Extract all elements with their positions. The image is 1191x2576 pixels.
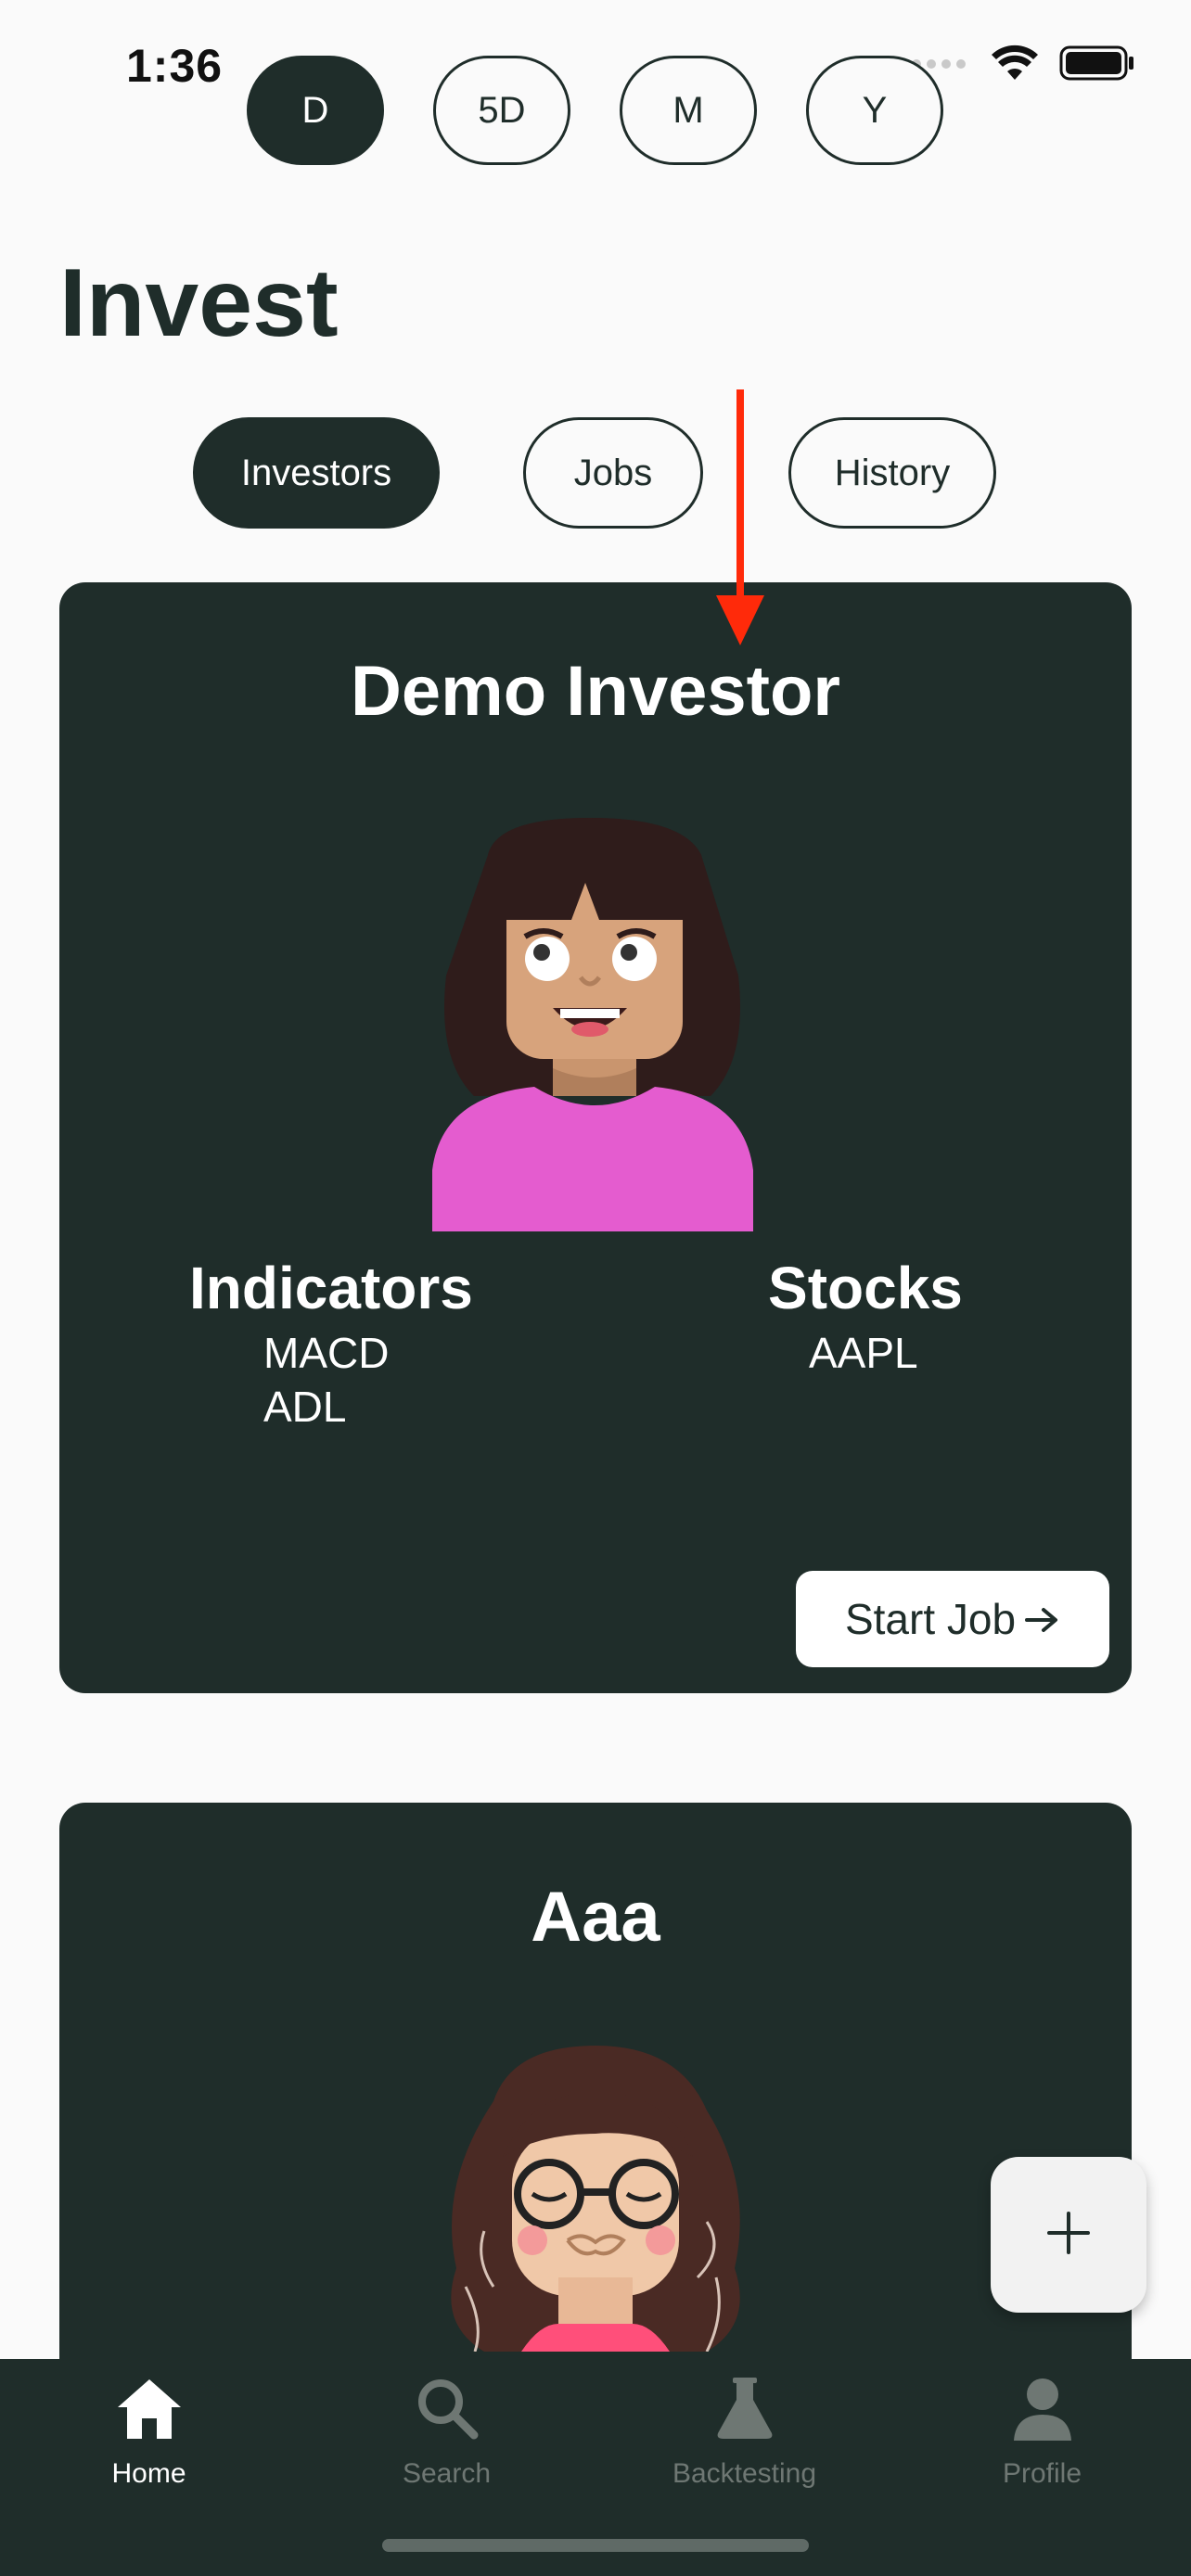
page-title: Invest <box>59 249 339 357</box>
start-job-button[interactable]: Start Job <box>796 1571 1109 1667</box>
nav-profile[interactable]: Profile <box>893 2359 1191 2544</box>
tab-history[interactable]: History <box>788 417 996 529</box>
nav-label: Backtesting <box>672 2458 817 2489</box>
flask-icon <box>712 2359 777 2445</box>
add-investor-button[interactable] <box>991 2157 1146 2313</box>
indicator-item: ADL <box>263 1383 347 1431</box>
investor-name: Aaa <box>531 1878 660 1957</box>
home-indicator <box>382 2539 809 2552</box>
annotation-arrow <box>714 389 766 652</box>
tab-investors[interactable]: Investors <box>193 417 440 529</box>
nav-home[interactable]: Home <box>0 2359 298 2544</box>
battery-icon <box>1059 45 1135 86</box>
stocks-heading: Stocks <box>768 1255 963 1321</box>
investor-avatar <box>432 818 753 1236</box>
arrow-right-icon <box>1025 1594 1060 1644</box>
plus-icon <box>1045 2210 1092 2261</box>
status-icons <box>911 45 1135 86</box>
timeframe-day[interactable]: D <box>247 56 384 165</box>
stock-item: AAPL <box>809 1329 918 1377</box>
tab-jobs[interactable]: Jobs <box>523 417 703 529</box>
investor-avatar <box>429 2046 762 2356</box>
home-icon <box>114 2359 185 2445</box>
investor-card[interactable]: Aaa <box>59 1803 1132 2396</box>
investor-name: Demo Investor <box>351 652 840 731</box>
search-icon <box>415 2359 480 2445</box>
nav-label: Home <box>111 2458 186 2489</box>
wifi-icon <box>991 45 1039 86</box>
status-time: 1:36 <box>126 40 224 92</box>
nav-backtesting[interactable]: Backtesting <box>596 2359 893 2544</box>
investor-card[interactable]: Demo Investor Indicators MACD ADL Stocks… <box>59 582 1132 1693</box>
nav-search[interactable]: Search <box>298 2359 596 2544</box>
start-job-label: Start Job <box>844 1595 1017 1643</box>
timeframe-month[interactable]: M <box>620 56 757 165</box>
indicators-heading: Indicators <box>189 1255 473 1321</box>
nav-label: Profile <box>1002 2458 1082 2489</box>
timeframe-5d[interactable]: 5D <box>433 56 570 165</box>
nav-label: Search <box>402 2458 492 2489</box>
indicator-item: MACD <box>263 1329 390 1377</box>
timeframe-year[interactable]: Y <box>806 56 943 165</box>
person-icon <box>1010 2359 1075 2445</box>
